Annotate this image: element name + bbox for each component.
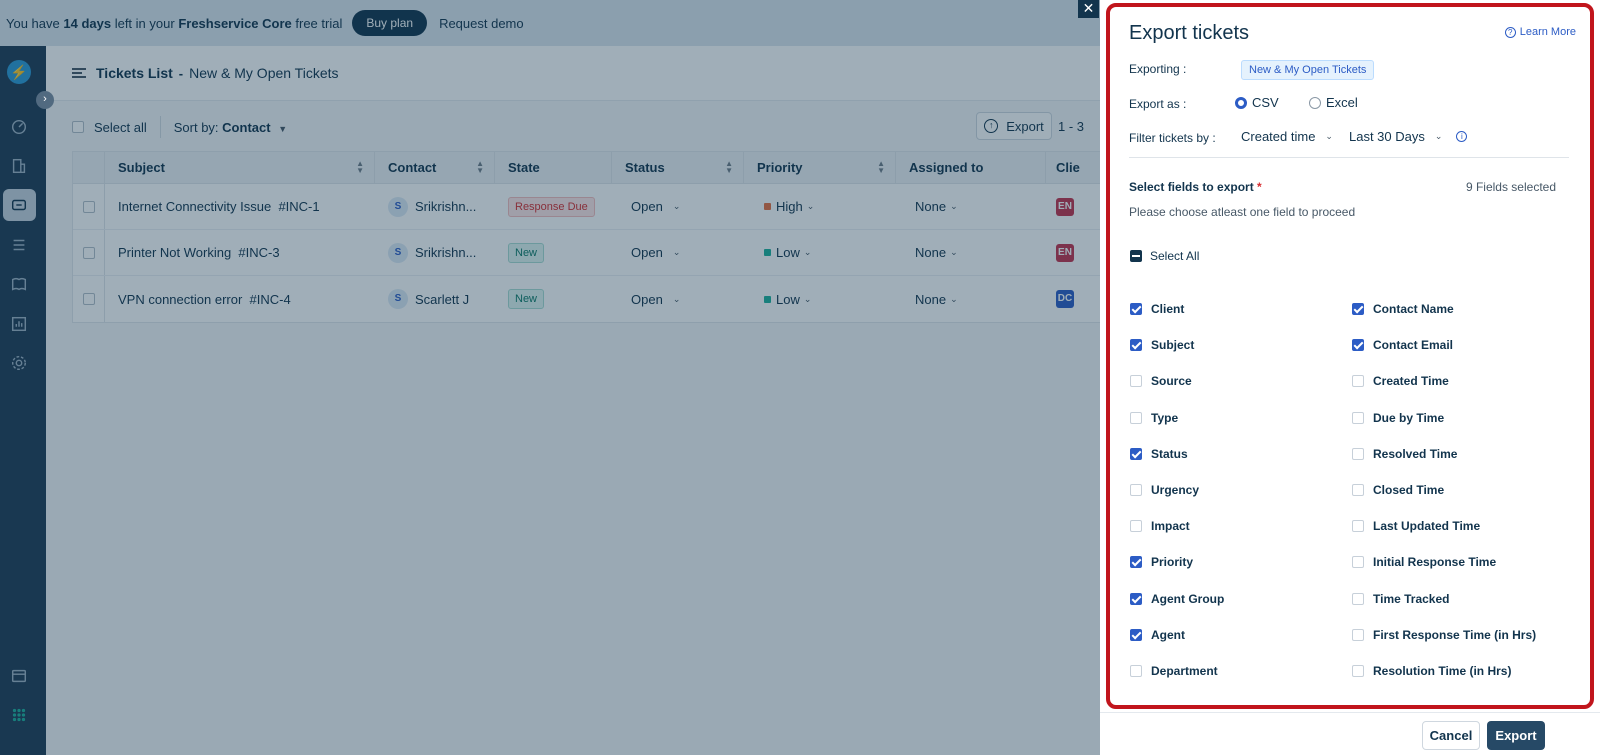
field-label: Due by Time <box>1373 410 1445 425</box>
field-option[interactable]: Subject <box>1130 338 1194 352</box>
fields-help-text: Please choose atleast one field to proce… <box>1129 205 1356 219</box>
indeterminate-checkbox[interactable] <box>1130 250 1142 262</box>
field-label: Impact <box>1151 519 1190 534</box>
field-label: Time Tracked <box>1373 591 1450 606</box>
radio-unselected-icon <box>1309 96 1321 109</box>
info-icon[interactable]: i <box>1456 131 1468 142</box>
chevron-down-icon: ⌄ <box>1434 131 1443 141</box>
radio-selected-icon <box>1235 96 1247 109</box>
field-option[interactable]: Closed Time <box>1352 483 1444 497</box>
field-label: Contact Email <box>1373 338 1454 353</box>
field-option[interactable]: Resolution Time (in Hrs) <box>1352 664 1511 678</box>
field-option[interactable]: Urgency <box>1130 483 1199 497</box>
learn-more-link[interactable]: ? Learn More <box>1504 26 1576 38</box>
field-label: Status <box>1151 446 1188 461</box>
field-label: Created Time <box>1373 374 1449 389</box>
field-label: Resolution Time (in Hrs) <box>1373 664 1512 678</box>
field-option[interactable]: Contact Email <box>1352 338 1453 352</box>
export-tickets-panel: Export tickets ? Learn More Exporting : N… <box>1100 0 1600 755</box>
field-checkbox[interactable] <box>1352 447 1364 460</box>
field-checkbox-checked[interactable] <box>1130 447 1142 460</box>
field-option[interactable]: Agent <box>1130 628 1185 642</box>
panel-title: Export tickets <box>1129 22 1250 44</box>
exporting-label: Exporting : <box>1129 62 1187 76</box>
field-checkbox-checked[interactable] <box>1130 556 1142 569</box>
field-checkbox-checked[interactable] <box>1352 303 1364 315</box>
sidebar-expand-toggle[interactable]: › <box>36 91 54 109</box>
field-label: Agent Group <box>1151 591 1225 606</box>
field-option[interactable]: Last Updated Time <box>1352 519 1480 533</box>
panel-footer: Cancel Export <box>1100 712 1600 755</box>
field-label: Department <box>1151 664 1218 678</box>
field-label: Urgency <box>1151 483 1200 497</box>
chevron-down-icon: ⌄ <box>1325 131 1333 141</box>
field-checkbox[interactable] <box>1130 520 1142 533</box>
field-label: Type <box>1151 410 1179 425</box>
field-label: First Response Time (in Hrs) <box>1373 627 1537 642</box>
field-option[interactable]: Priority <box>1130 555 1193 569</box>
field-checkbox[interactable] <box>1130 484 1142 496</box>
field-checkbox[interactable] <box>1130 665 1142 677</box>
field-option[interactable]: Type <box>1130 411 1178 425</box>
field-checkbox[interactable] <box>1130 375 1142 388</box>
field-option[interactable]: Contact Name <box>1352 302 1454 316</box>
field-label: Initial Response Time <box>1373 555 1497 570</box>
filter-tickets-label: Filter tickets by : <box>1129 131 1216 145</box>
field-label: Resolved Time <box>1373 446 1458 461</box>
field-label: Subject <box>1151 338 1195 353</box>
fields-selected-count: 9 Fields selected <box>1465 180 1556 194</box>
field-option[interactable]: Due by Time <box>1352 411 1444 425</box>
field-checkbox-checked[interactable] <box>1352 339 1364 352</box>
export-as-label: Export as : <box>1129 97 1187 111</box>
excel-radio[interactable]: Excel <box>1309 95 1358 110</box>
close-icon[interactable]: ✕ <box>1078 0 1099 18</box>
field-option[interactable]: Time Tracked <box>1352 592 1450 606</box>
field-option[interactable]: Resolved Time <box>1352 447 1457 461</box>
export-submit-button[interactable]: Export <box>1487 721 1545 750</box>
csv-radio[interactable]: CSV <box>1235 95 1279 110</box>
field-label: Last Updated Time <box>1373 519 1481 534</box>
field-option[interactable]: Created Time <box>1352 374 1449 388</box>
field-label: Priority <box>1151 555 1194 570</box>
field-option[interactable]: Department <box>1130 664 1218 678</box>
field-checkbox[interactable] <box>1352 628 1364 641</box>
field-checkbox[interactable] <box>1352 484 1364 496</box>
field-checkbox[interactable] <box>1352 375 1364 388</box>
field-label: Closed Time <box>1373 483 1445 497</box>
field-label: Source <box>1151 374 1192 389</box>
field-option[interactable]: Status <box>1130 447 1188 461</box>
field-label: Contact Name <box>1373 302 1454 316</box>
help-icon: ? <box>1504 26 1516 38</box>
field-checkbox[interactable] <box>1352 665 1364 677</box>
field-label: Agent <box>1151 627 1185 642</box>
filter-range-dropdown[interactable]: Last 30 Days ⌄ i <box>1349 129 1468 144</box>
export-panel-body: Export tickets ? Learn More Exporting : N… <box>1106 3 1594 709</box>
field-option[interactable]: Agent Group <box>1130 592 1224 606</box>
field-checkbox-checked[interactable] <box>1130 592 1142 605</box>
field-checkbox-checked[interactable] <box>1130 628 1142 641</box>
exporting-view-chip: New & My Open Tickets <box>1241 60 1375 80</box>
field-checkbox[interactable] <box>1130 411 1142 424</box>
filter-field-dropdown[interactable]: Created time ⌄ <box>1241 129 1333 144</box>
field-checkbox[interactable] <box>1352 520 1364 533</box>
select-all-fields[interactable]: Select All <box>1130 249 1199 263</box>
field-option[interactable]: First Response Time (in Hrs) <box>1352 628 1536 642</box>
field-checkbox[interactable] <box>1352 556 1364 569</box>
field-checkbox[interactable] <box>1352 592 1364 605</box>
modal-backdrop[interactable] <box>0 0 1100 755</box>
select-fields-title: Select fields to export * <box>1129 180 1262 194</box>
field-option[interactable]: Impact <box>1130 519 1190 533</box>
section-divider <box>1129 157 1569 158</box>
field-option[interactable]: Client <box>1130 302 1184 316</box>
cancel-button[interactable]: Cancel <box>1422 721 1480 750</box>
field-checkbox-checked[interactable] <box>1130 339 1142 352</box>
field-checkbox[interactable] <box>1352 411 1364 424</box>
field-checkbox-checked[interactable] <box>1130 303 1142 315</box>
field-option[interactable]: Initial Response Time <box>1352 555 1496 569</box>
field-option[interactable]: Source <box>1130 374 1192 388</box>
field-label: Client <box>1151 302 1185 316</box>
